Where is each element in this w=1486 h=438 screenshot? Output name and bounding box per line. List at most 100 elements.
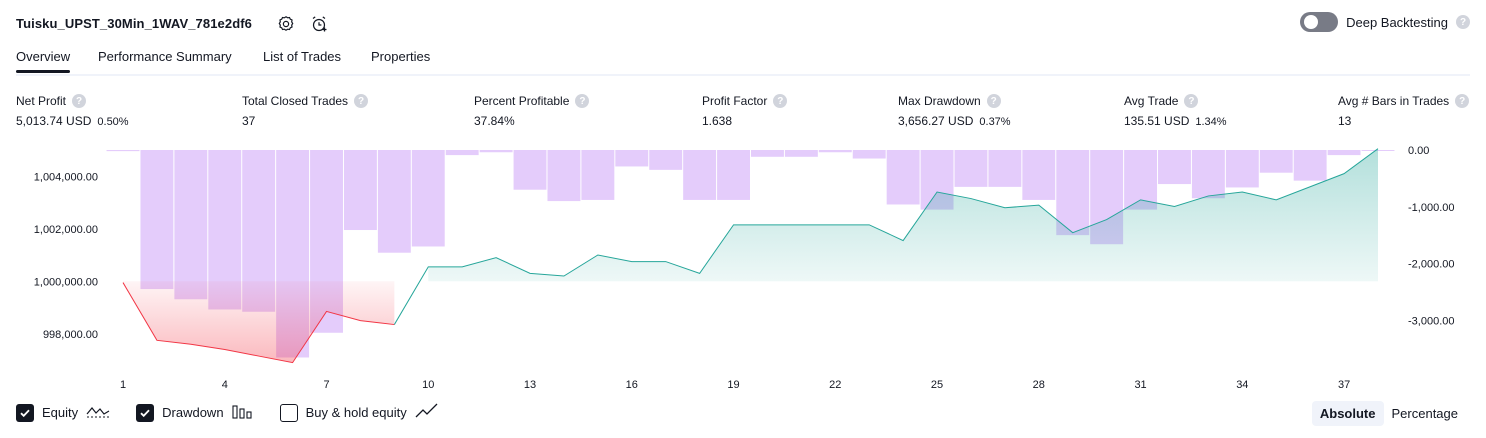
metric-value: 37 xyxy=(242,114,256,128)
drawdown-bar xyxy=(852,150,886,159)
metric-value: 13 xyxy=(1338,114,1352,128)
legend-label: Buy & hold equity xyxy=(305,405,407,420)
left-axis-tick-label: 1,004,000.00 xyxy=(34,171,98,183)
drawdown-bar xyxy=(1056,150,1090,236)
view-mode-switch: Absolute Percentage xyxy=(1311,401,1467,426)
info-icon[interactable]: ? xyxy=(1184,94,1199,108)
metric-value: 37.84% xyxy=(474,114,515,128)
drawdown-bar xyxy=(784,150,818,157)
settings-gear-icon[interactable] xyxy=(274,12,298,36)
toggle-knob xyxy=(1304,15,1319,29)
buy-hold-checkbox[interactable] xyxy=(279,403,298,422)
right-axis-tick-label: -3,000.00 xyxy=(1408,315,1454,327)
tab-list-of-trades[interactable]: List of Trades xyxy=(263,49,341,64)
top-bar: Tuisku_UPST_30Min_1WAV_781e2df6 Deep Bac… xyxy=(16,10,1470,38)
metric-max-drawdown: Max Drawdown? 3,656.27 USD 0.37% xyxy=(898,93,1011,128)
metric-avg-trade: Avg Trade? 135.51 USD 1.34% xyxy=(1124,93,1227,128)
x-axis-tick-label: 4 xyxy=(222,379,228,391)
drawdown-bar xyxy=(411,150,445,247)
percentage-button[interactable]: Percentage xyxy=(1384,401,1467,426)
metric-value: 135.51 USD xyxy=(1124,114,1190,128)
metric-profit-factor: Profit Factor? 1.638 xyxy=(702,93,788,128)
drawdown-bar xyxy=(649,150,683,170)
left-axis-tick-label: 1,000,000.00 xyxy=(34,276,98,288)
absolute-button[interactable]: Absolute xyxy=(1311,401,1384,426)
legend-label: Equity xyxy=(42,405,79,420)
deep-backtesting-toggle[interactable] xyxy=(1300,12,1339,32)
info-icon[interactable]: ? xyxy=(986,94,1001,108)
tab-bar: Overview Performance Summary List of Tra… xyxy=(16,44,1470,76)
drawdown-bar xyxy=(683,150,717,200)
legend-item-buy-hold[interactable]: Buy & hold equity xyxy=(279,403,439,422)
drawdown-bar xyxy=(1259,150,1293,173)
chart-legend: Equity Drawdown Buy & hold equity xyxy=(16,403,465,422)
info-icon[interactable]: ? xyxy=(1455,94,1470,108)
x-axis-tick-label: 13 xyxy=(524,379,536,391)
drawdown-bar xyxy=(818,150,852,153)
tab-overview[interactable]: Overview xyxy=(16,49,71,73)
x-axis-tick-label: 10 xyxy=(422,379,434,391)
legend-label: Drawdown xyxy=(162,405,224,420)
drawdown-bar xyxy=(1022,150,1056,200)
drawdown-bar xyxy=(1225,150,1259,188)
metric-value: 5,013.74 USD xyxy=(16,114,92,128)
info-icon[interactable]: ? xyxy=(773,94,788,108)
legend-item-equity[interactable]: Equity xyxy=(16,403,110,422)
drawdown-bar xyxy=(1327,150,1361,156)
right-axis-tick-label: -1,000.00 xyxy=(1408,202,1454,214)
drawdown-bar xyxy=(581,150,615,200)
metric-value: 1.638 xyxy=(702,114,733,128)
drawdown-checkbox[interactable] xyxy=(136,403,155,422)
metric-label: Avg Trade xyxy=(1124,94,1179,108)
metric-percent-profitable: Percent Profitable? 37.84% xyxy=(474,93,590,128)
alarm-add-icon[interactable] xyxy=(307,12,331,36)
x-axis-tick-label: 25 xyxy=(931,379,943,391)
drawdown-bar xyxy=(513,150,547,190)
help-icon[interactable]: ? xyxy=(1456,15,1470,29)
x-axis-tick-label: 16 xyxy=(626,379,638,391)
drawdown-bar xyxy=(988,150,1022,187)
drawdown-bar xyxy=(1191,150,1225,199)
drawdown-bar xyxy=(445,150,479,156)
drawdown-bar xyxy=(886,150,920,205)
metric-value: 3,656.27 USD xyxy=(898,114,974,128)
drawdown-bar xyxy=(1293,150,1327,181)
left-axis-tick-label: 998,000.00 xyxy=(43,329,98,341)
equity-line-icon xyxy=(86,403,110,422)
x-axis-tick-label: 37 xyxy=(1338,379,1350,391)
metric-label: Profit Factor xyxy=(702,94,768,108)
equity-drawdown-chart[interactable]: 1,004,000.00 1,002,000.00 1,000,000.00 998,… xyxy=(0,136,1486,396)
x-axis-tick-label: 31 xyxy=(1134,379,1146,391)
drawdown-bar xyxy=(751,150,784,157)
metric-percent: 1.34% xyxy=(1195,116,1227,128)
metric-label: Percent Profitable xyxy=(474,94,570,108)
drawdown-bar xyxy=(140,150,174,290)
deep-backtesting-label: Deep Backtesting xyxy=(1346,14,1448,30)
info-icon[interactable]: ? xyxy=(72,94,87,108)
tab-performance-summary[interactable]: Performance Summary xyxy=(98,49,232,64)
metric-total-closed-trades: Total Closed Trades? 37 xyxy=(242,93,369,128)
metric-percent: 0.50% xyxy=(97,116,129,128)
left-axis-tick-label: 1,002,000.00 xyxy=(34,224,98,236)
drawdown-bar xyxy=(377,150,411,253)
deep-backtesting-control: Deep Backtesting ? xyxy=(1300,12,1470,32)
tab-properties[interactable]: Properties xyxy=(371,49,430,64)
metric-percent: 0.37% xyxy=(979,116,1011,128)
strategy-title: Tuisku_UPST_30Min_1WAV_781e2df6 xyxy=(16,16,252,31)
metric-label: Avg # Bars in Trades xyxy=(1338,94,1450,108)
drawdown-bar xyxy=(1158,150,1191,185)
drawdown-bar xyxy=(717,150,750,200)
trend-line-icon xyxy=(415,403,439,422)
info-icon[interactable]: ? xyxy=(354,94,369,108)
x-axis-tick-label: 7 xyxy=(323,379,329,391)
equity-checkbox[interactable] xyxy=(16,403,34,422)
drawdown-bars-icon xyxy=(232,403,254,422)
metric-label: Max Drawdown xyxy=(898,94,981,108)
info-icon[interactable]: ? xyxy=(575,94,590,108)
drawdown-bar xyxy=(174,150,208,300)
equity-loss-area xyxy=(123,281,395,363)
metric-net-profit: Net Profit? 5,013.74 USD 0.50% xyxy=(16,93,129,128)
x-axis-tick-label: 28 xyxy=(1033,379,1045,391)
legend-item-drawdown[interactable]: Drawdown xyxy=(136,403,253,422)
x-axis-tick-label: 19 xyxy=(727,379,739,391)
